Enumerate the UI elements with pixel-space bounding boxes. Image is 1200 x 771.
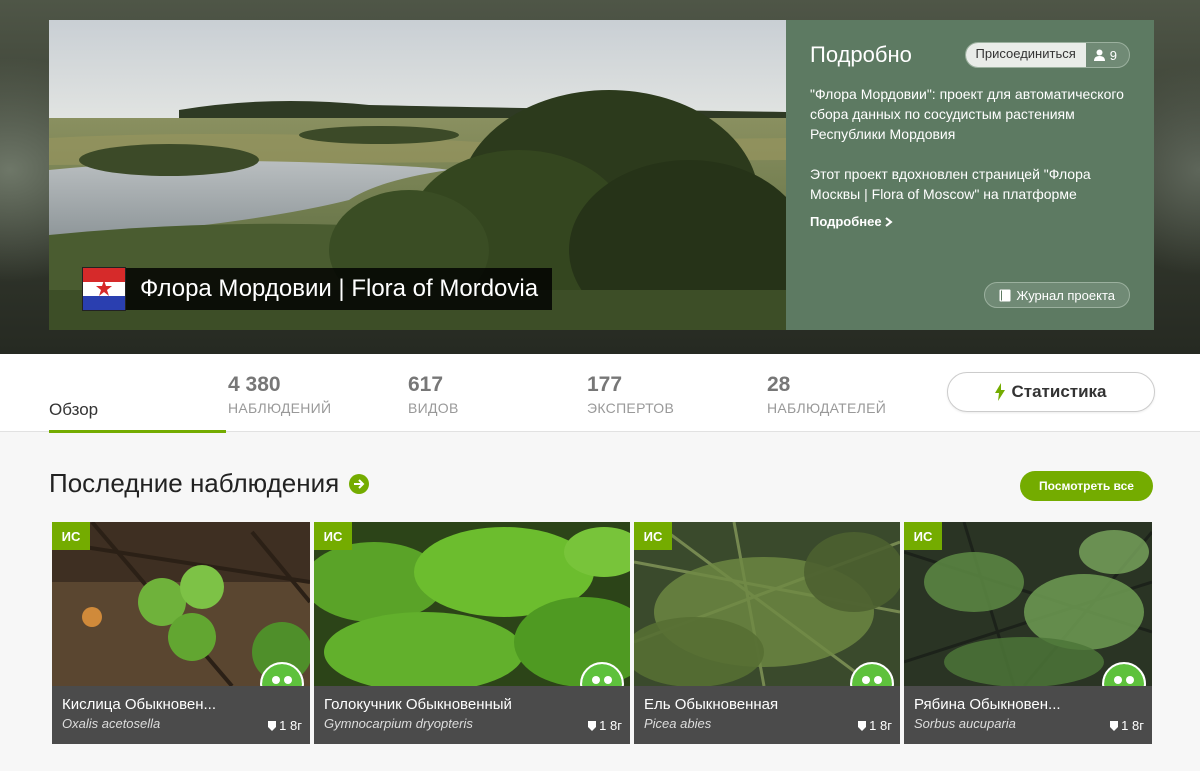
stat-observations[interactable]: 4 380 НАБЛЮДЕНИЙ bbox=[228, 372, 331, 416]
scientific-name: Picea abies bbox=[644, 716, 712, 731]
members-count-value: 9 bbox=[1109, 47, 1117, 63]
project-journal-button[interactable]: Журнал проекта bbox=[984, 282, 1130, 308]
quality-grade-badge: ИС bbox=[904, 522, 942, 550]
observation-age-value: 1 8г bbox=[599, 718, 622, 733]
stat-value: 177 bbox=[587, 373, 623, 396]
observation-age: 1 8г bbox=[1110, 718, 1144, 733]
stat-label: ВИДОВ bbox=[408, 400, 459, 416]
statistics-button-label: Статистика bbox=[1011, 382, 1107, 401]
observation-photo bbox=[634, 522, 900, 686]
stat-value: 28 bbox=[767, 373, 791, 396]
observation-card[interactable]: ИС Кислица Обыкновен... Oxalis acetosell… bbox=[52, 522, 310, 744]
observation-age-value: 1 8г bbox=[869, 718, 892, 733]
section-title: Последние наблюдения bbox=[49, 468, 340, 498]
stat-label: НАБЛЮДЕНИЙ bbox=[228, 400, 332, 416]
observation-age: 1 8г bbox=[268, 718, 302, 733]
observation-meta: Ель Обыкновенная Picea abies 1 8г bbox=[634, 686, 900, 744]
join-button[interactable]: Присоединиться bbox=[965, 43, 1086, 67]
shield-icon bbox=[858, 720, 867, 731]
common-name: Кислица Обыкновен... bbox=[62, 696, 217, 713]
shield-icon bbox=[1110, 720, 1119, 731]
quality-grade-badge: ИС bbox=[314, 522, 352, 550]
description-paragraph: "Флора Мордовии": проект для автоматичес… bbox=[810, 86, 1124, 142]
stat-label: НАБЛЮДАТЕЛЕЙ bbox=[767, 400, 887, 416]
description-paragraph: Этот проект вдохновлен страницей "Флора … bbox=[810, 166, 1091, 202]
join-group: Присоединиться 9 bbox=[964, 42, 1130, 68]
view-all-button[interactable]: Посмотреть все bbox=[1020, 471, 1153, 501]
tab-overview-label: Обзор bbox=[49, 400, 99, 419]
observation-photo bbox=[314, 522, 630, 686]
observation-age: 1 8г bbox=[858, 718, 892, 733]
info-title: Подробно bbox=[810, 42, 912, 67]
project-header: Флора Мордовии | Flora of Mordovia Подро… bbox=[0, 0, 1200, 354]
user-icon bbox=[1093, 49, 1105, 61]
observation-age-value: 1 8г bbox=[1121, 718, 1144, 733]
read-more-link[interactable]: Подробнее bbox=[810, 214, 1130, 229]
statistics-button[interactable]: Статистика bbox=[947, 372, 1155, 412]
project-title-bar: Флора Мордовии | Flora of Mordovia bbox=[82, 267, 552, 311]
project-info-panel: Подробно Присоединиться 9 "Флора Мордови… bbox=[786, 20, 1154, 330]
project-journal-label: Журнал проекта bbox=[1016, 287, 1115, 303]
lightning-icon bbox=[995, 383, 1006, 401]
common-name: Рябина Обыкновен... bbox=[914, 696, 1061, 713]
arrow-right-circle-icon[interactable] bbox=[349, 473, 370, 494]
members-count[interactable]: 9 bbox=[1086, 48, 1129, 63]
active-tab-indicator bbox=[49, 430, 226, 433]
observation-card[interactable]: ИС Рябина Обыкновен... Sorbus aucuparia … bbox=[904, 522, 1152, 744]
chevron-right-icon bbox=[884, 216, 893, 227]
observation-card[interactable]: ИС Ель Обыкновенная Picea abies 1 8г bbox=[634, 522, 900, 744]
shield-icon bbox=[268, 720, 277, 731]
recent-observations-header: Последние наблюдения bbox=[49, 468, 370, 499]
common-name: Голокучник Обыкновенный bbox=[324, 696, 512, 713]
scientific-name: Gymnocarpium dryopteris bbox=[324, 716, 473, 731]
observation-age: 1 8г bbox=[588, 718, 622, 733]
shield-icon bbox=[588, 720, 597, 731]
observation-age-value: 1 8г bbox=[279, 718, 302, 733]
quality-grade-badge: ИС bbox=[52, 522, 90, 550]
stat-value: 4 380 bbox=[228, 373, 281, 396]
project-title: Флора Мордовии | Flora of Mordovia bbox=[140, 275, 539, 302]
quality-grade-badge: ИС bbox=[634, 522, 672, 550]
observation-photo bbox=[52, 522, 310, 686]
project-stats-bar: Обзор 4 380 НАБЛЮДЕНИЙ 617 ВИДОВ 177 ЭКС… bbox=[0, 354, 1200, 433]
stat-label: ЭКСПЕРТОВ bbox=[587, 400, 675, 416]
scientific-name: Oxalis acetosella bbox=[62, 716, 161, 731]
project-description: "Флора Мордовии": проект для автоматичес… bbox=[810, 84, 1130, 204]
tab-overview[interactable]: Обзор bbox=[49, 354, 226, 433]
read-more-label: Подробнее bbox=[810, 214, 882, 229]
observation-meta: Рябина Обыкновен... Sorbus aucuparia 1 8… bbox=[904, 686, 1152, 744]
book-icon bbox=[999, 289, 1011, 301]
stat-identifiers[interactable]: 177 ЭКСПЕРТОВ bbox=[587, 372, 674, 416]
stat-species[interactable]: 617 ВИДОВ bbox=[408, 372, 459, 416]
mordovia-flag-icon bbox=[82, 267, 126, 311]
stat-observers[interactable]: 28 НАБЛЮДАТЕЛЕЙ bbox=[767, 372, 886, 416]
observation-card[interactable]: ИС Голокучник Обыкновенный Gymnocarpium … bbox=[314, 522, 630, 744]
common-name: Ель Обыкновенная bbox=[644, 696, 779, 713]
observation-meta: Голокучник Обыкновенный Gymnocarpium dry… bbox=[314, 686, 630, 744]
stat-value: 617 bbox=[408, 373, 444, 396]
observation-meta: Кислица Обыкновен... Oxalis acetosella 1… bbox=[52, 686, 310, 744]
